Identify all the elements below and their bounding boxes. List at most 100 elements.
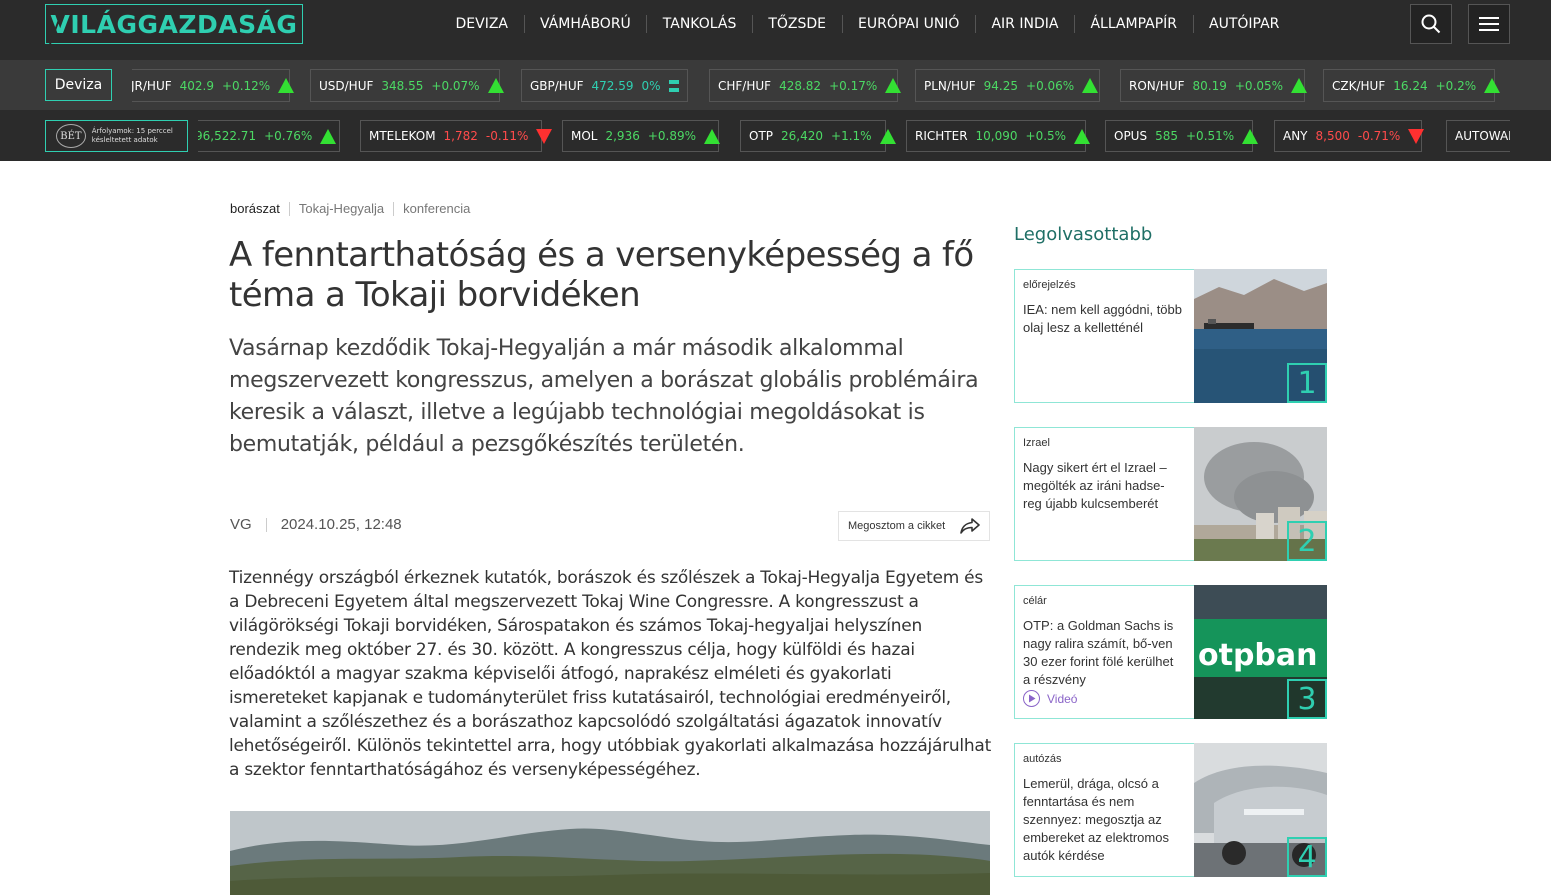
ticker-item-pln-huf[interactable]: PLN/HUF 94.25 +0.06% xyxy=(915,69,1100,102)
ticker-item-opus[interactable]: OPUS 585 +0.51% xyxy=(1105,120,1259,152)
ticker-value: 585 xyxy=(1155,129,1178,143)
nav-item-autoipar[interactable]: AUTÓIPAR xyxy=(1194,15,1295,33)
ticker-change: +0.06% xyxy=(1026,78,1075,93)
ticker-change: -0.11% xyxy=(485,129,529,143)
ticker-value: 8,500 xyxy=(1315,129,1350,143)
ticker-name: ANY xyxy=(1283,129,1308,143)
ticker-item-usd-huf[interactable]: USD/HUF 348.55 +0.07% xyxy=(310,69,504,102)
play-icon xyxy=(1023,690,1040,707)
deviza-button[interactable]: Deviza xyxy=(45,69,112,101)
card-title[interactable]: Nagy sikert ért el Izrael – megölték az … xyxy=(1023,459,1183,513)
most-read-card[interactable]: Izrael Nagy sikert ért el Izrael – megöl… xyxy=(1014,427,1327,561)
ticker-change: +0.12% xyxy=(222,78,271,93)
search-button[interactable] xyxy=(1410,4,1452,44)
nav-item-vamhaboru[interactable]: VÁMHÁBORÚ xyxy=(525,15,648,33)
card-thumbnail[interactable]: 2 xyxy=(1194,427,1327,561)
ticker-name: JR/HUF xyxy=(132,78,172,93)
share-button[interactable]: Megosztom a cikket xyxy=(838,511,990,541)
ticker-item-eur-huf[interactable]: JR/HUF 402.9 +0.12% xyxy=(132,69,295,102)
ticker-value: 16.24 xyxy=(1393,78,1428,93)
card-thumbnail[interactable]: 4 xyxy=(1194,743,1327,877)
ticker-item-mol[interactable]: MOL 2,936 +0.89% xyxy=(562,120,721,152)
ticker-change: +0.5% xyxy=(1025,129,1067,143)
video-text: Videó xyxy=(1047,691,1078,706)
landscape-image xyxy=(230,811,990,895)
article-meta: VG 2024.10.25, 12:48 xyxy=(230,516,402,533)
ticker-change: 0% xyxy=(641,78,661,93)
arrow-up-icon xyxy=(1291,78,1308,93)
site-logo[interactable]: VILÁGGAZDASÁG xyxy=(45,4,303,45)
ticker-value: 1,782 xyxy=(443,129,478,143)
menu-button[interactable] xyxy=(1468,4,1510,44)
arrow-up-icon xyxy=(704,128,721,144)
search-icon xyxy=(1421,14,1441,34)
tag-link[interactable]: borászat xyxy=(230,202,289,216)
nav-item-deviza[interactable]: DEVIZA xyxy=(440,15,525,33)
nav-item-europai-unio[interactable]: EURÓPAI UNIÓ xyxy=(843,15,976,33)
card-thumbnail[interactable]: otpban 3 xyxy=(1194,585,1327,719)
article-title: A fenntarthatóság és a versenyképesség a… xyxy=(229,235,974,315)
arrow-up-icon xyxy=(278,78,295,93)
hamburger-menu-icon xyxy=(1479,17,1499,31)
arrow-up-icon xyxy=(1242,128,1259,144)
article-lead: Vasárnap kezdődik Tokaj-Hegyalján a már … xyxy=(229,336,979,457)
card-thumbnail[interactable]: 1 xyxy=(1194,269,1327,403)
most-read-card[interactable]: célár OTP: a Goldman Sachs is nagy ralir… xyxy=(1014,585,1327,719)
most-read-card[interactable]: előrejelzés IEA: nem kell aggódni, több … xyxy=(1014,269,1327,403)
ticker-name: GBP/HUF xyxy=(530,78,584,93)
ticker-item-richter[interactable]: RICHTER 10,090 +0.5% xyxy=(906,120,1091,152)
card-kicker: célár xyxy=(1023,595,1047,607)
ticker-value: 428.82 xyxy=(779,78,822,93)
top-navigation-bar: VILÁGGAZDASÁG DEVIZA VÁMHÁBORÚ TANKOLÁS … xyxy=(0,0,1551,60)
arrow-down-icon xyxy=(536,128,553,144)
share-icon xyxy=(960,518,980,534)
unchanged-icon xyxy=(668,79,679,92)
ticker-item-ron-huf[interactable]: RON/HUF 80.19 +0.05% xyxy=(1120,69,1308,102)
ticker-item-gbp-huf[interactable]: GBP/HUF 472.59 0% xyxy=(521,69,688,102)
card-kicker: előrejelzés xyxy=(1023,279,1076,291)
ticker-item-bux[interactable]: 96,522.71 +0.76% xyxy=(198,120,340,152)
arrow-up-icon xyxy=(879,128,896,144)
arrow-up-icon xyxy=(320,128,337,144)
nav-item-tozsde[interactable]: TŐZSDE xyxy=(753,15,843,33)
stock-ticker: BÉT Árfolyamok: 15 perccel késleltetett … xyxy=(0,110,1551,161)
ticker-change: -0.71% xyxy=(1357,129,1401,143)
arrow-up-icon xyxy=(885,78,902,93)
most-read-card[interactable]: autózás Lemerül, drága, olcsó a fenntart… xyxy=(1014,743,1327,877)
tag-link[interactable]: Tokaj-Hegyalja xyxy=(288,202,393,216)
arrow-up-icon xyxy=(1484,78,1501,93)
ticker-item-any[interactable]: ANY 8,500 -0.71% xyxy=(1274,120,1425,152)
bet-badge[interactable]: BÉT Árfolyamok: 15 perccel késleltetett … xyxy=(45,120,188,152)
ticker-item-czk-huf[interactable]: CZK/HUF 16.24 +0.2% xyxy=(1323,69,1501,102)
ticker-item-mtelekom[interactable]: MTELEKOM 1,782 -0.11% xyxy=(360,120,553,152)
ticker-name: OPUS xyxy=(1114,129,1148,143)
nav-item-air-india[interactable]: AIR INDIA xyxy=(976,15,1075,33)
ticker-name: AUTOWAL xyxy=(1455,129,1510,143)
ticker-name: RON/HUF xyxy=(1129,78,1185,93)
rank-badge: 3 xyxy=(1287,679,1327,719)
ticker-change: +0.89% xyxy=(647,129,697,143)
ticker-name: CZK/HUF xyxy=(1332,78,1386,93)
ticker-item-otp[interactable]: OTP 26,420 +1.1% xyxy=(740,120,896,152)
tag-link[interactable]: konferencia xyxy=(393,202,479,216)
logo-text: VILÁGGAZDASÁG xyxy=(50,9,298,39)
arrow-up-icon xyxy=(487,78,504,93)
ticker-item-chf-huf[interactable]: CHF/HUF 428.82 +0.17% xyxy=(709,69,902,102)
video-label[interactable]: Videó xyxy=(1023,690,1077,707)
ticker-name: MOL xyxy=(571,129,598,143)
article-hero-image xyxy=(230,811,990,895)
currency-ticker-strip: JR/HUF 402.9 +0.12% USD/HUF 348.55 +0.07… xyxy=(132,60,1510,110)
ticker-item-autowallis[interactable]: AUTOWAL xyxy=(1446,120,1510,152)
nav-item-tankolas[interactable]: TANKOLÁS xyxy=(647,15,753,33)
share-label: Megosztom a cikket xyxy=(848,520,946,532)
nav-item-allampapir[interactable]: ÁLLAMPAPÍR xyxy=(1075,15,1194,33)
card-title[interactable]: IEA: nem kell aggódni, több olaj lesz a … xyxy=(1023,301,1183,337)
card-title[interactable]: OTP: a Goldman Sachs is nagy ralira szám… xyxy=(1023,617,1183,689)
ticker-name: USD/HUF xyxy=(319,78,374,93)
ticker-change: +0.2% xyxy=(1435,78,1477,93)
card-title[interactable]: Lemerül, drága, olcsó a fenntartása és n… xyxy=(1023,775,1183,865)
ticker-change: +0.17% xyxy=(829,78,878,93)
ticker-name: PLN/HUF xyxy=(924,78,976,93)
ticker-value: 80.19 xyxy=(1192,78,1227,93)
article-author[interactable]: VG xyxy=(230,516,252,533)
